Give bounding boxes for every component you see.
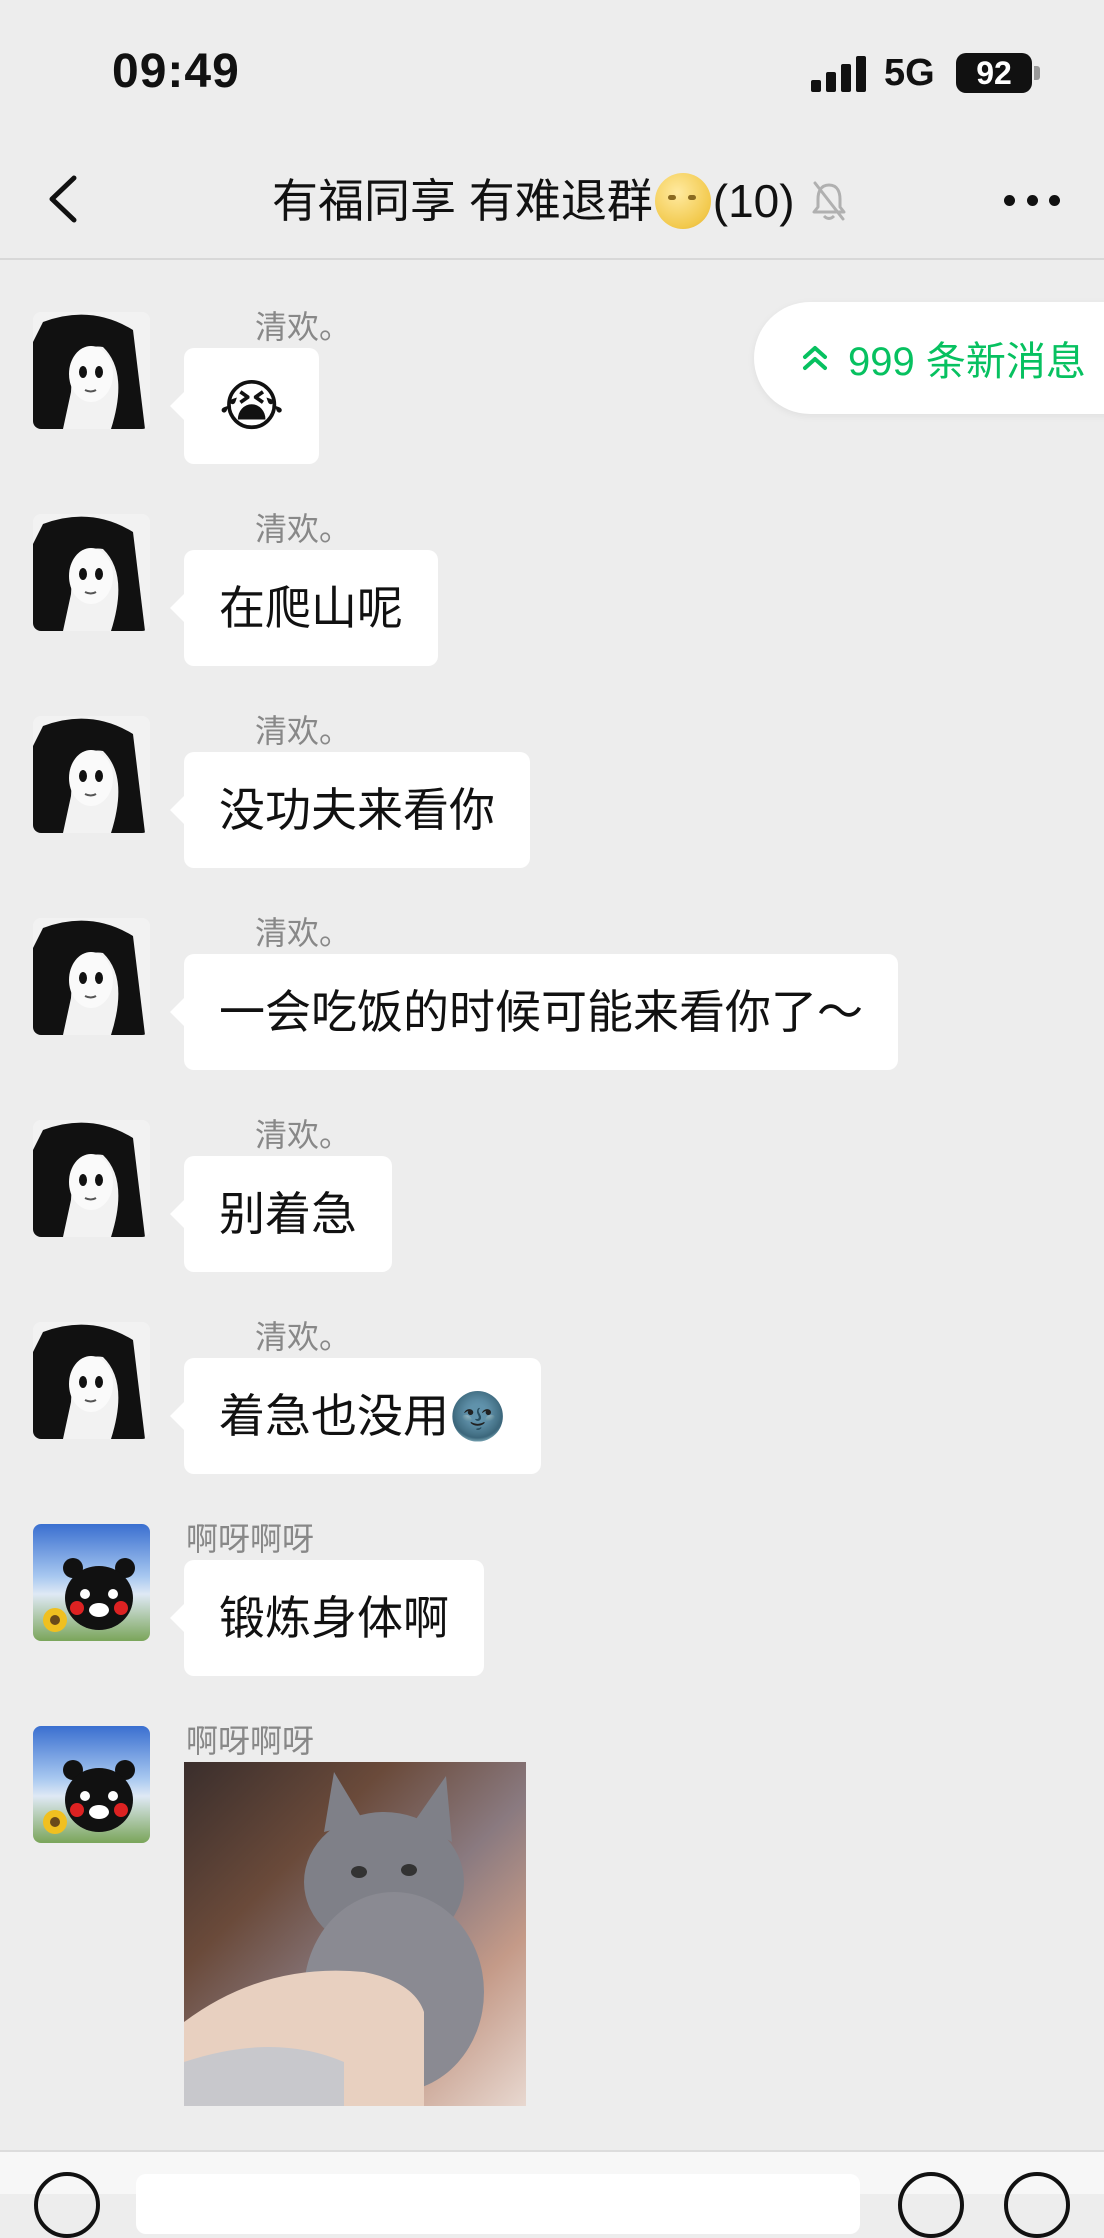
new-messages-button[interactable]: 999 条新消息 xyxy=(754,302,1104,414)
signal-icon xyxy=(811,56,867,92)
sender-name: 清欢。 xyxy=(255,309,352,345)
back-chevron-icon[interactable] xyxy=(44,174,84,224)
member-count: (10) xyxy=(712,175,795,227)
new-messages-label: 999 条新消息 xyxy=(848,340,1086,384)
kumamon-avatar[interactable] xyxy=(33,1726,150,1843)
status-time: 09:49 xyxy=(112,45,240,98)
network-type: 5G xyxy=(884,52,935,94)
kumamon-avatar[interactable] xyxy=(33,1524,150,1641)
sender-name: 清欢。 xyxy=(255,1319,352,1355)
moon-face-emoji xyxy=(654,173,711,229)
plus-icon[interactable] xyxy=(1004,2172,1070,2238)
status-bar: 09:49 5G 92 xyxy=(0,0,1104,150)
anime-girl-avatar[interactable] xyxy=(33,918,150,1035)
sender-name: 啊呀啊呀 xyxy=(186,1723,315,1759)
message-bubble[interactable]: 一会吃饭的时候可能来看你了～ xyxy=(170,954,898,1070)
sender-name: 清欢。 xyxy=(255,511,352,547)
anime-girl-avatar[interactable] xyxy=(33,514,150,631)
bell-off-icon xyxy=(812,181,846,221)
message-bubble[interactable]: 着急也没用🌚 xyxy=(169,1358,542,1474)
double-chevron-up-icon xyxy=(803,346,827,370)
message-bubble[interactable]: 没功夫来看你 xyxy=(170,752,530,868)
sender-name: 清欢。 xyxy=(255,1117,352,1153)
anime-girl-avatar[interactable] xyxy=(33,716,150,833)
emoji-icon[interactable] xyxy=(898,2172,964,2238)
anime-girl-avatar[interactable] xyxy=(33,1120,150,1237)
message-input[interactable] xyxy=(136,2174,860,2234)
message-bubble[interactable]: 锻炼身体啊 xyxy=(170,1560,484,1676)
anime-girl-avatar[interactable] xyxy=(33,1322,150,1439)
input-bar xyxy=(0,2150,1104,2238)
group-name: 有福同享 有难退群 xyxy=(272,175,653,227)
voice-icon[interactable] xyxy=(34,2172,100,2238)
message-bubble[interactable]: 😭 xyxy=(169,348,320,464)
gray-kitten-sticker[interactable] xyxy=(184,1762,526,2106)
more-dots-icon[interactable] xyxy=(1004,190,1060,210)
chat-title: 有福同享 有难退群 (10) xyxy=(272,166,849,236)
battery-icon: 92 xyxy=(956,53,1032,93)
anime-girl-avatar[interactable] xyxy=(33,312,150,429)
message-bubble[interactable]: 别着急 xyxy=(170,1156,392,1272)
chat-header: 有福同享 有难退群 (10) xyxy=(0,150,1104,260)
battery-nub xyxy=(1034,66,1040,80)
sender-name: 啊呀啊呀 xyxy=(186,1521,315,1557)
message-bubble[interactable]: 在爬山呢 xyxy=(170,550,438,666)
sender-name: 清欢。 xyxy=(255,915,352,951)
sender-name: 清欢。 xyxy=(255,713,352,749)
